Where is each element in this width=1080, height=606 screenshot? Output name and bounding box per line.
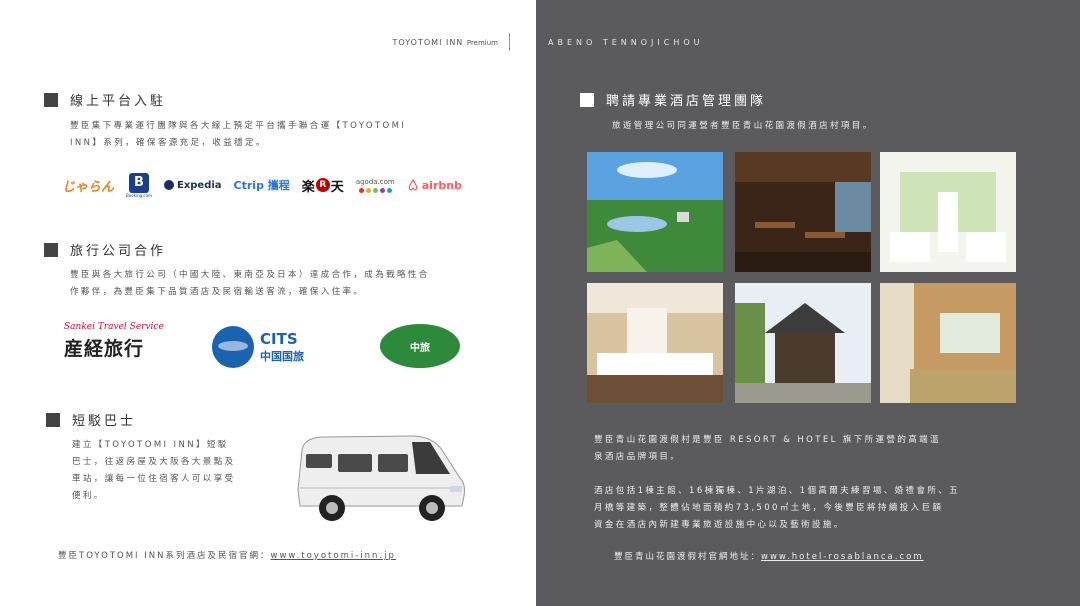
body-line: 豐臣青山花園渡假村是豐臣 RESORT & HOTEL 旗下所運營的高端溫 <box>594 435 941 445</box>
cottage-photo <box>735 283 871 403</box>
body-line: 作夥伴，為豐臣集下品質酒店及民宿輸送客流，確保入住率。 <box>70 287 365 297</box>
section-travel-agency-title: 旅行公司合作 <box>44 240 166 259</box>
square-bullet-icon <box>46 412 60 427</box>
section-title-text: 短駁巴士 <box>72 414 137 429</box>
booking-logo: B Booking.com <box>126 172 152 198</box>
body-line: 資金在酒店內新建專業旅遊設施中心以及藝術設施。 <box>594 520 845 530</box>
platform-logos: じゃらん B Booking.com Expedia Ctrip 攜程 楽R天 … <box>62 172 462 198</box>
body-line: 建立【TOYOTOMI INN】短駁 <box>72 440 229 450</box>
guest-room-photo <box>587 283 723 403</box>
brand-header: TOYOTOMI INN Premium <box>392 38 498 47</box>
left-footer: 豐臣TOYOTOMI INN系列酒店及民宿官網：www.toyotomi-inn… <box>58 548 518 565</box>
section-online-platforms-title: 線上平台入駐 <box>44 90 166 109</box>
section-title-text: 旅行公司合作 <box>70 244 167 259</box>
body-line: 酒店包括1棟主館、16棟獨棟、1片湖泊、1個高爾夫練習場、婚禮會所、五 <box>594 486 961 496</box>
body-line: 豐臣集下專業運行團隊與各大線上預定平台攜手聯合運【TOYOTOMI <box>70 121 407 131</box>
ctrip-logo: Ctrip 攜程 <box>233 179 290 192</box>
japanese-room-photo <box>880 283 1016 403</box>
agoda-logo: agoda.com <box>356 178 395 193</box>
jalan-logo: じゃらん <box>62 179 115 195</box>
rosablanca-website-link[interactable]: www.hotel-rosablanca.com <box>761 552 924 562</box>
management-team-title: 聘請專業酒店管理團隊 <box>580 90 766 109</box>
square-bullet-icon <box>44 242 58 257</box>
section-shuttle-bus-title: 短駁巴士 <box>46 410 136 429</box>
cits-logo: CITS 中国国旅 <box>212 326 304 368</box>
header-divider <box>509 33 510 51</box>
restaurant-photo <box>735 152 871 272</box>
footer-prefix: 豐臣青山花園渡假村官網地址： <box>614 552 762 562</box>
body-line: 泉酒店品牌項目。 <box>594 452 682 462</box>
resort-description-2: 酒店包括1棟主館、16棟獨棟、1片湖泊、1個高爾夫練習場、婚禮會所、五 月橋等建… <box>594 483 1064 534</box>
rakuten-logo: 楽R天 <box>301 178 344 195</box>
body-line: INN】系列，確保客源充足，收益穩定。 <box>70 138 267 148</box>
footer-prefix: 豐臣TOYOTOMI INN系列酒店及民宿官網： <box>58 551 271 561</box>
square-bullet-icon <box>44 92 58 107</box>
globe-icon <box>212 326 254 368</box>
china-travel-logo: 中旅 <box>380 324 460 368</box>
section-travel-agency-body: 豐臣與各大旅行公司（中國大陸、東南亞及日本）達成合作，成為戰略性合 作夥伴，為豐… <box>70 267 490 301</box>
section-title-text: 聘請專業酒店管理團隊 <box>606 94 767 109</box>
shuttle-van-image <box>297 435 465 521</box>
body-line: 月橋等建築，整體佔地面積約73,500㎡土地，今後豐臣將持續投入巨額 <box>594 503 944 513</box>
toyotomi-website-link[interactable]: www.toyotomi-inn.jp <box>271 551 396 561</box>
left-panel: TOYOTOMI INN Premium 線上平台入駐 豐臣集下專業運行團隊與各… <box>0 0 536 606</box>
management-team-subtitle: 旅遊管理公司同運營者豐臣青山花園渡假酒店村項目。 <box>612 121 874 131</box>
brand-name: TOYOTOMI INN <box>392 38 464 47</box>
location-header: ABENO TENNOJICHOU <box>548 38 704 47</box>
square-bullet-icon <box>580 92 594 107</box>
right-panel: ABENO TENNOJICHOU 聘請專業酒店管理團隊 旅遊管理公司同運營者豐… <box>536 0 1080 606</box>
body-line: 豐臣與各大旅行公司（中國大陸、東南亞及日本）達成合作，成為戰略性合 <box>70 270 430 280</box>
section-online-platforms-body: 豐臣集下專業運行團隊與各大線上預定平台攜手聯合運【TOYOTOMI INN】系列… <box>70 118 490 152</box>
resort-lake-photo <box>587 152 723 272</box>
right-footer: 豐臣青山花園渡假村官網地址：www.hotel-rosablanca.com <box>614 549 1064 566</box>
hotel-photo-grid <box>587 152 1019 414</box>
body-line: 車站，讓每一位住宿客人可以享受 <box>72 474 236 484</box>
section-shuttle-bus-body: 建立【TOYOTOMI INN】短駁 巴士，往返房屋及大阪各大景點及 車站，讓每… <box>72 437 272 505</box>
resort-description-1: 豐臣青山花園渡假村是豐臣 RESORT & HOTEL 旗下所運營的高端溫 泉酒… <box>594 432 1064 466</box>
sankei-travel-logo: Sankei Travel Service 産経旅行 <box>64 322 164 360</box>
brand-suffix: Premium <box>466 39 498 47</box>
airbnb-logo: airbnb <box>407 179 462 192</box>
section-title-text: 線上平台入駐 <box>70 94 167 109</box>
wedding-chapel-photo <box>880 152 1016 272</box>
body-line: 巴士，往返房屋及大阪各大景點及 <box>72 457 236 467</box>
expedia-logo: Expedia <box>163 180 222 191</box>
travel-agency-logos: Sankei Travel Service 産経旅行 CITS 中国国旅 中旅 <box>64 320 464 372</box>
body-line: 便利。 <box>72 491 105 501</box>
